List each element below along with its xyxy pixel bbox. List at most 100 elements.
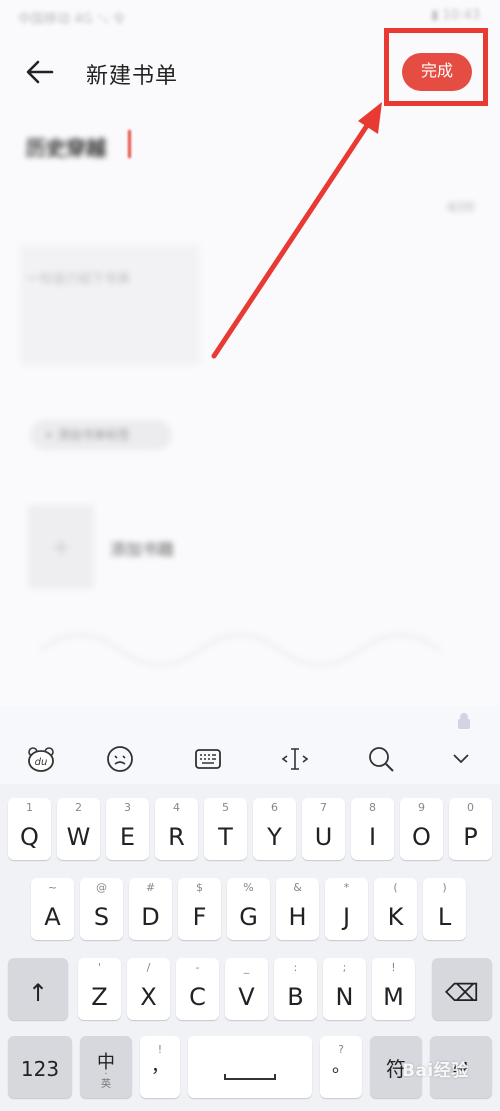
text-cursor [128, 130, 131, 158]
key-s[interactable]: @ S [80, 878, 123, 940]
numbers-label: 123 [20, 1057, 60, 1081]
key-sub-label: : [293, 961, 298, 974]
key-label: T [218, 823, 233, 851]
search-icon[interactable] [366, 744, 396, 774]
key-sub-label: 9 [418, 801, 425, 814]
key-l[interactable]: ) L [423, 878, 466, 940]
key-label: M [383, 983, 404, 1011]
key-label: V [238, 983, 255, 1011]
key-label: O [412, 823, 431, 851]
status-battery-time: ▮ 10:43 [431, 8, 480, 23]
key-c[interactable]: -C [176, 958, 219, 1020]
key-label: F [192, 903, 207, 931]
booklist-name-input[interactable]: 历史穿越 [26, 132, 106, 161]
description-area[interactable] [20, 245, 200, 365]
key-label: J [342, 903, 351, 931]
keyboard: du 1Q2W3E4R5T6Y7U8I9O0P ~ A @ S # D $ F% G & H * J(K… [0, 706, 500, 1111]
key-label: R [168, 823, 185, 851]
key-h[interactable]: & H [276, 878, 319, 940]
space-icon [224, 1074, 276, 1080]
collapse-keyboard-icon[interactable] [446, 744, 476, 774]
comma-label: ， [151, 1056, 169, 1077]
add-book-tile[interactable]: + [28, 505, 94, 589]
key-label: Y [267, 823, 282, 851]
period-key[interactable]: ? 。 [320, 1036, 362, 1098]
period-label: 。 [332, 1056, 350, 1077]
lock-icon [454, 710, 474, 730]
key-v[interactable]: _ V [225, 958, 268, 1020]
key-label: D [141, 903, 160, 931]
decorative-background [38, 632, 442, 668]
key-j[interactable]: * J [325, 878, 368, 940]
key-label: X [140, 983, 157, 1011]
key-sub-label: ( [393, 881, 398, 894]
name-counter: 4/20 [447, 200, 474, 214]
numbers-key[interactable]: 123 [8, 1036, 72, 1098]
key-m[interactable]: ! M [372, 958, 415, 1020]
add-tag-button[interactable]: + 添加书单标签 [30, 420, 172, 450]
key-sub-label: # [145, 881, 156, 894]
key-label: Z [91, 983, 108, 1011]
key-label: W [66, 823, 91, 851]
key-sub-label: ; [342, 961, 347, 974]
key-sub-label: 1 [26, 801, 33, 814]
svg-text:du: du [35, 757, 48, 768]
key-label: N [335, 983, 354, 1011]
key-w[interactable]: 2W [57, 798, 100, 860]
key-label: L [437, 903, 452, 931]
key-sub-label: ) [442, 881, 447, 894]
key-label: P [463, 823, 478, 851]
key-t[interactable]: 5T [204, 798, 247, 860]
key-i[interactable]: 8I [351, 798, 394, 860]
key-sub-label: - [195, 961, 200, 974]
key-sub-label: 7 [320, 801, 327, 814]
back-arrow-icon[interactable] [24, 56, 56, 88]
comma-key[interactable]: ! ， [140, 1036, 180, 1098]
backspace-icon: ⌫ [445, 979, 479, 1007]
key-sub-label: 4 [173, 801, 180, 814]
key-label: I [368, 823, 377, 851]
key-label: Q [20, 823, 39, 851]
key-n[interactable]: ; N [323, 958, 366, 1020]
key-o[interactable]: 9O [400, 798, 443, 860]
key-sub-label: ' [97, 961, 102, 974]
key-r[interactable]: 4R [155, 798, 198, 860]
key-label: C [189, 983, 206, 1011]
key-b[interactable]: :B [274, 958, 317, 1020]
key-label: G [239, 903, 258, 931]
keyboard-icon[interactable] [193, 744, 223, 774]
chinese-english-toggle-key[interactable]: 中 · 英 [80, 1036, 132, 1098]
du-icon[interactable]: du [26, 744, 56, 774]
key-a[interactable]: ~ A [31, 878, 74, 940]
screen: 中国移动 4G ⁺ᵢₗ 令 ▮ 10:43 新建书单 完成 历史穿越 4/20 … [0, 0, 500, 1111]
add-book-label[interactable]: 添加书籍 [110, 536, 174, 560]
keyboard-toolbar: du [0, 706, 500, 784]
key-z[interactable]: ' Z [78, 958, 121, 1020]
key-p[interactable]: 0P [449, 798, 492, 860]
key-y[interactable]: 6Y [253, 798, 296, 860]
key-sub-label: $ [196, 881, 203, 894]
description-placeholder: 一句话介绍下书单 [26, 272, 131, 287]
key-sub-label: % [243, 881, 254, 894]
key-x[interactable]: / X [127, 958, 170, 1020]
key-u[interactable]: 7U [302, 798, 345, 860]
key-q[interactable]: 1Q [8, 798, 51, 860]
space-key[interactable] [188, 1036, 312, 1098]
key-d[interactable]: # D [129, 878, 172, 940]
cursor-icon[interactable] [280, 744, 310, 774]
key-sub-label: 5 [222, 801, 229, 814]
key-k[interactable]: (K [374, 878, 417, 940]
key-sub-label: / [146, 961, 151, 974]
shift-key[interactable]: ↑ [8, 958, 68, 1020]
key-e[interactable]: 3E [106, 798, 149, 860]
key-sub-label: 0 [467, 801, 474, 814]
annotation-highlight-box [384, 28, 488, 106]
key-sub-label: 6 [271, 801, 278, 814]
key-label: K [387, 903, 404, 931]
emoji-icon[interactable] [105, 744, 135, 774]
key-label: E [119, 823, 136, 851]
key-label: B [287, 983, 304, 1011]
backspace-key[interactable]: ⌫ [432, 958, 492, 1020]
key-g[interactable]: % G [227, 878, 270, 940]
key-f[interactable]: $ F [178, 878, 221, 940]
